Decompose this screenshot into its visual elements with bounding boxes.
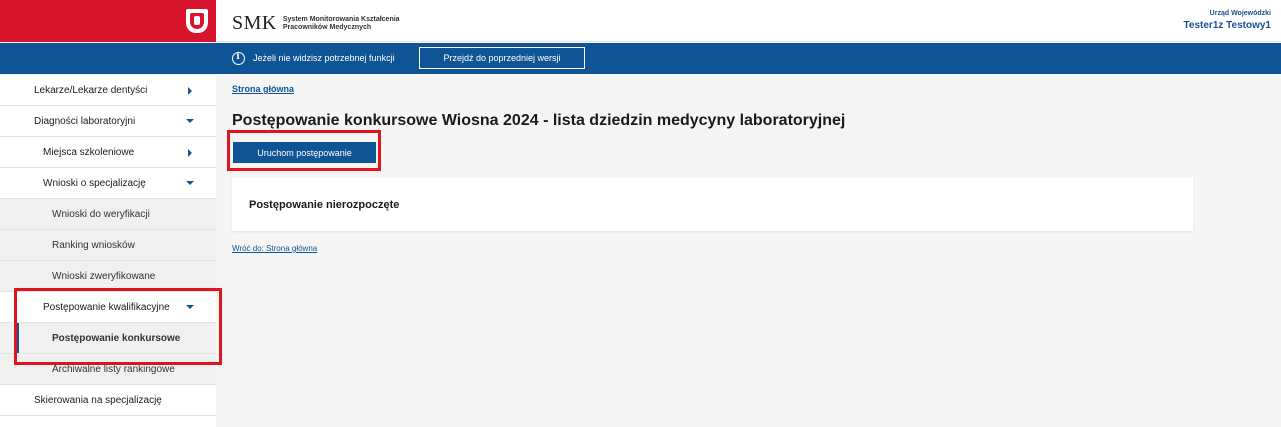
user-menu[interactable]: Urząd Wojewódzki Tester1z Testowy1 [1184,10,1271,31]
brand-subtitle-line1: System Monitorowania Kształcenia [282,15,400,23]
sidebar-item-diagnosci[interactable]: Diagności laboratoryjni [0,106,216,137]
info-icon [232,52,245,65]
sidebar-item-label: Wnioski do weryfikacji [52,208,150,220]
app-logo[interactable]: SMK System Monitorowania Kształcenia Pra… [232,12,400,35]
sidebar-item-wnioski-do-weryfikacji[interactable]: Wnioski do weryfikacji [0,199,216,230]
sidebar-item-label: Wnioski o specjalizację [43,177,146,189]
brand-subtitle-line2: Pracowników Medycznych [282,23,372,31]
main-content: Strona główna Postępowanie konkursowe Wi… [216,75,1281,427]
flag-banner [0,0,216,42]
back-link[interactable]: Wróć do: Strona główna [232,244,317,253]
sidebar-item-label: Ranking wniosków [52,239,135,251]
sidebar-item-label: Diagności laboratoryjni [34,115,136,127]
sidebar-item-wnioski-o-specjalizacje[interactable]: Wnioski o specjalizację [0,168,216,199]
user-organization: Urząd Wojewódzki [1209,10,1271,17]
breadcrumb[interactable]: Strona główna [232,84,294,94]
chevron-right-icon [188,149,192,157]
brand-name: SMK [232,12,277,34]
status-card: Postępowanie nierozpoczęte [232,178,1193,231]
highlight-sidebar-section [14,288,222,365]
chevron-right-icon [188,87,192,95]
previous-version-button[interactable]: Przejdź do poprzedniej wersji [419,47,585,69]
eagle-emblem-icon [186,9,208,33]
sidebar-nav: Lekarze/Lekarze dentyści Diagności labor… [0,75,216,427]
top-header: SMK System Monitorowania Kształcenia Pra… [0,0,1281,42]
info-bar: Jeżeli nie widzisz potrzebnej funkcji Pr… [0,43,1281,74]
sidebar-item-label: Archiwalne listy rankingowe [52,363,175,375]
status-card-title: Postępowanie nierozpoczęte [249,199,400,211]
sidebar-item-label: Miejsca szkoleniowe [43,146,135,158]
sidebar-item-label: Lekarze/Lekarze dentyści [34,84,148,96]
user-name: Tester1z Testowy1 [1183,20,1271,31]
sidebar-item-label: Skierowania na specjalizację [34,394,162,406]
brand-subtitle: System Monitorowania Kształcenia Pracown… [283,16,400,32]
chevron-down-icon [186,181,194,185]
sidebar-item-ranking-wnioskow[interactable]: Ranking wniosków [0,230,216,261]
chevron-down-icon [186,119,194,123]
info-text: Jeżeli nie widzisz potrzebnej funkcji [253,53,395,63]
highlight-run-button [227,130,381,171]
sidebar-item-miejsca-szkoleniowe[interactable]: Miejsca szkoleniowe [0,137,216,168]
sidebar-item-lekarze[interactable]: Lekarze/Lekarze dentyści [0,75,216,106]
page-title: Postępowanie konkursowe Wiosna 2024 - li… [232,112,846,129]
sidebar-item-label: Wnioski zweryfikowane [52,270,156,282]
sidebar-item-skierowania[interactable]: Skierowania na specjalizację [0,385,216,416]
